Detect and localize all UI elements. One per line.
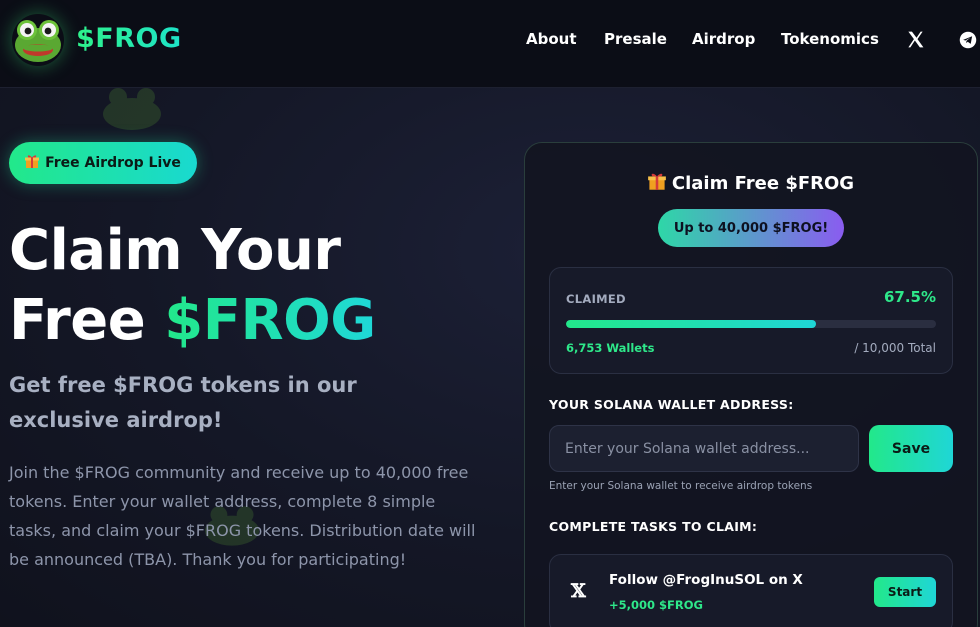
- hero-title-free: Free: [9, 288, 165, 353]
- task-title: Follow @FrogInuSOL on X: [609, 572, 803, 588]
- hero-title-line2: Free $FROG: [9, 286, 376, 356]
- tasks-heading: COMPLETE TASKS TO CLAIM:: [549, 519, 758, 534]
- wallets-total: / 10,000 Total: [854, 341, 936, 355]
- save-wallet-button[interactable]: Save: [869, 425, 953, 472]
- progress-bar: [566, 320, 936, 328]
- hero-title-accent: $FROG: [164, 288, 376, 353]
- hero-title: Claim Your Free $FROG: [9, 216, 376, 356]
- claim-card-title-text: Claim Free $FROG: [671, 173, 855, 194]
- claimed-label: CLAIMED: [566, 292, 626, 306]
- badge-label: Free Airdrop Live: [45, 155, 181, 171]
- hero-subtitle: Get free $FROG tokens in our exclusive a…: [9, 373, 357, 432]
- x-icon[interactable]: [906, 30, 925, 53]
- x-icon: 𝕏: [571, 580, 586, 602]
- task-start-button[interactable]: Start: [874, 577, 936, 607]
- nav-presale[interactable]: Presale: [604, 30, 667, 48]
- wallet-address-label: YOUR SOLANA WALLET ADDRESS:: [549, 397, 794, 412]
- hero-title-line1: Claim Your: [9, 218, 341, 283]
- claimed-percent: 67.5%: [883, 288, 936, 306]
- frog-logo-icon[interactable]: [12, 14, 64, 66]
- claim-card-title: Claim Free $FROG: [524, 172, 978, 196]
- nav-airdrop[interactable]: Airdrop: [692, 30, 755, 48]
- wallet-help-text: Enter your Solana wallet to receive aird…: [549, 480, 813, 492]
- gift-icon: [648, 172, 666, 196]
- nav-about[interactable]: About: [526, 30, 577, 48]
- max-reward-badge: Up to 40,000 $FROG!: [658, 209, 844, 247]
- wallets-count: 6,753 Wallets: [566, 341, 655, 355]
- frog-decoration-icon: [101, 86, 163, 134]
- brand-name[interactable]: $FROG: [76, 23, 182, 54]
- gift-icon: [25, 154, 40, 173]
- progress-bar-fill: [566, 320, 816, 328]
- wallet-address-input[interactable]: [549, 425, 859, 472]
- task-reward: +5,000 $FROG: [609, 598, 703, 612]
- nav-tokenomics[interactable]: Tokenomics: [781, 30, 879, 48]
- top-navbar: $FROG About Presale Airdrop Tokenomics: [0, 0, 980, 88]
- telegram-icon[interactable]: [959, 31, 977, 53]
- free-airdrop-live-badge[interactable]: Free Airdrop Live: [9, 142, 197, 184]
- hero-description: Join the $FROG community and receive up …: [9, 463, 476, 569]
